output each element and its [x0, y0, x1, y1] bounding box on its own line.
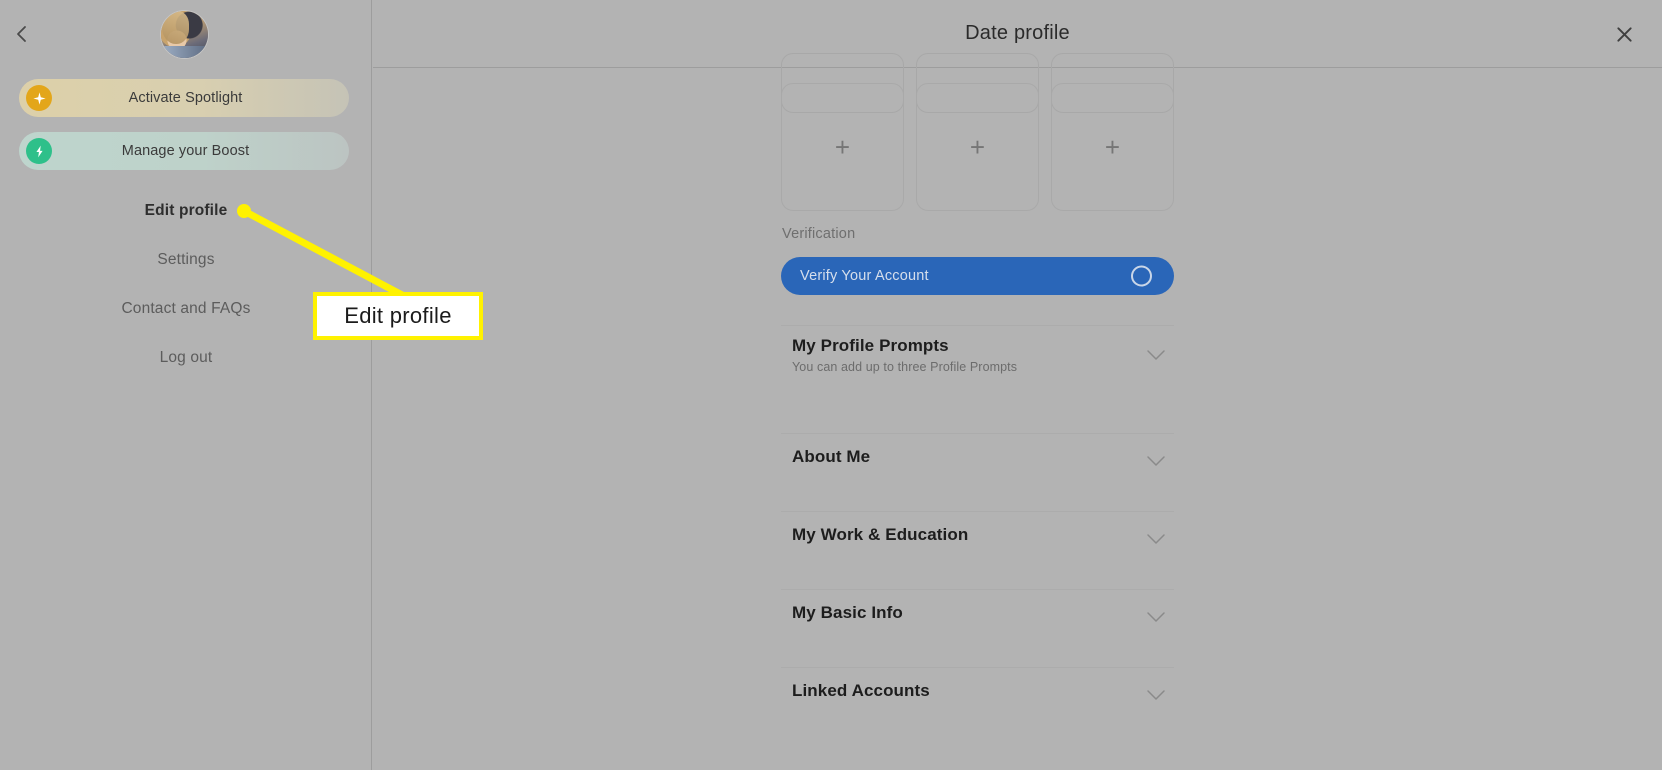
section-title: My Work & Education [792, 525, 969, 544]
verification-label: Verification [782, 226, 856, 242]
photo-grid-row-clipped [781, 53, 1174, 113]
section-subtitle: You can add up to three Profile Prompts [792, 360, 1018, 374]
plus-icon: + [969, 132, 986, 162]
page-title: Date profile [965, 22, 1070, 44]
sidebar-item-edit-profile[interactable]: Edit profile [0, 202, 372, 220]
add-photo-cell[interactable]: + [916, 83, 1039, 211]
section-linked-accounts[interactable]: Linked Accounts [781, 667, 1174, 721]
avatar-shirt [161, 45, 208, 58]
app-root: Activate Spotlight Manage your Boost Edi… [0, 0, 1662, 770]
avatar-hair [161, 11, 190, 44]
add-photo-cell[interactable]: + [781, 83, 904, 211]
lightning-bolt-icon [26, 138, 52, 164]
section-title: My Basic Info [792, 603, 903, 622]
section-my-work-and-education[interactable]: My Work & Education [781, 511, 1174, 565]
manage-boost-label: Manage your Boost [121, 143, 250, 159]
chevron-down-icon [1146, 348, 1166, 360]
main-content: + + + Verification Verify Your Account M… [373, 53, 1662, 770]
plus-icon: + [1104, 132, 1121, 162]
section-title: My Profile Prompts [792, 336, 949, 355]
chevron-down-icon [1146, 688, 1166, 700]
manage-boost-button[interactable]: Manage your Boost [19, 132, 349, 170]
sidebar-item-log-out[interactable]: Log out [0, 349, 372, 367]
plus-icon: + [834, 132, 851, 162]
sidebar-item-contact-and-faqs[interactable]: Contact and FAQs [0, 300, 372, 318]
verify-account-button[interactable]: Verify Your Account [781, 257, 1174, 295]
section-about-me[interactable]: About Me [781, 433, 1174, 487]
sidebar: Activate Spotlight Manage your Boost Edi… [0, 0, 372, 770]
activate-spotlight-label: Activate Spotlight [128, 90, 243, 106]
add-photo-cell[interactable]: + [1051, 83, 1174, 211]
chevron-down-icon [1146, 610, 1166, 622]
chevron-down-icon [1146, 454, 1166, 466]
photo-grid: + + + [781, 83, 1174, 211]
avatar[interactable] [161, 11, 208, 58]
back-chevron-icon[interactable] [8, 20, 36, 48]
close-icon[interactable] [1610, 20, 1638, 48]
verify-account-label: Verify Your Account [800, 268, 929, 284]
section-my-basic-info[interactable]: My Basic Info [781, 589, 1174, 643]
section-my-profile-prompts[interactable]: My Profile Prompts You can add up to thr… [781, 325, 1174, 403]
chevron-down-icon [1146, 532, 1166, 544]
activate-spotlight-button[interactable]: Activate Spotlight [19, 79, 349, 117]
section-title: About Me [792, 447, 871, 466]
sparkle-icon [26, 85, 52, 111]
sidebar-item-settings[interactable]: Settings [0, 251, 372, 269]
circle-icon [1131, 265, 1152, 287]
section-title: Linked Accounts [792, 681, 930, 700]
